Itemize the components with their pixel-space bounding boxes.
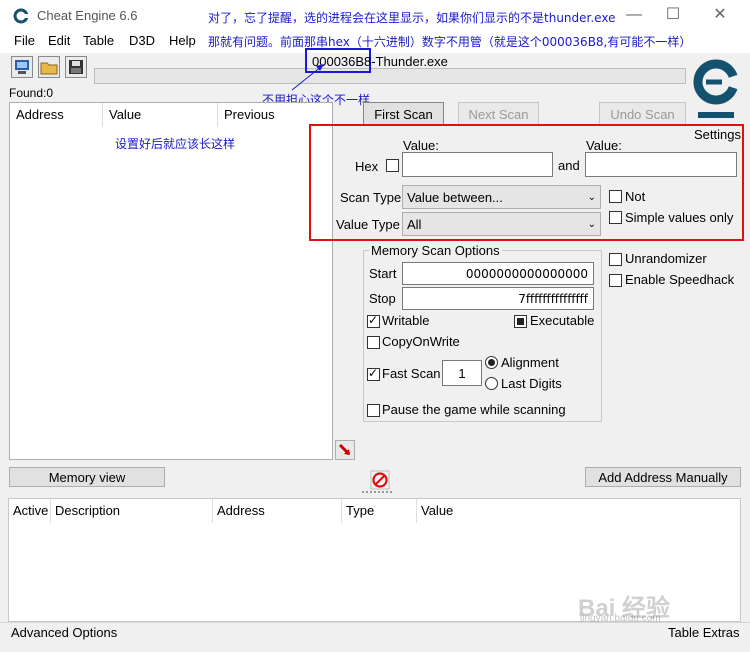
chevron-down-icon: ⌄ — [587, 191, 596, 203]
and-label: and — [558, 158, 580, 173]
fast-scan-alignment-input[interactable]: 1 — [442, 360, 482, 386]
copy-on-write-label: CopyOnWrite — [382, 334, 460, 349]
writable-checkbox[interactable] — [367, 313, 380, 328]
writable-label: Writable — [382, 313, 430, 328]
memory-view-button[interactable]: Memory view — [9, 467, 165, 487]
table-col-type[interactable]: Type — [342, 499, 417, 523]
next-scan-button[interactable]: Next Scan — [458, 102, 539, 126]
value-input-2[interactable] — [585, 152, 737, 177]
stop-address-input[interactable]: 7fffffffffffffff — [402, 287, 594, 310]
results-col-value[interactable]: Value — [103, 103, 218, 127]
value-type-value: All — [407, 216, 422, 232]
pause-game-label: Pause the game while scanning — [382, 402, 566, 417]
scan-results-list[interactable]: Address Value Previous — [9, 102, 333, 460]
last-digits-radio[interactable] — [485, 377, 498, 390]
copy-on-write-checkbox[interactable] — [367, 336, 380, 349]
last-digits-label: Last Digits — [501, 376, 562, 391]
table-col-active[interactable]: Active — [9, 499, 51, 523]
stop-icon[interactable] — [370, 470, 390, 490]
alignment-label: Alignment — [501, 355, 559, 370]
executable-checkbox[interactable] — [514, 315, 527, 328]
results-col-address[interactable]: Address — [10, 103, 103, 127]
fast-scan-label: Fast Scan — [382, 366, 441, 381]
executable-label: Executable — [530, 313, 595, 328]
scan-type-label: Scan Type — [340, 190, 402, 205]
simple-values-checkbox[interactable] — [609, 211, 622, 224]
add-address-manually-button[interactable]: Add Address Manually — [585, 467, 741, 487]
add-selected-to-list-button[interactable] — [335, 440, 355, 460]
first-scan-button[interactable]: First Scan — [363, 102, 444, 126]
table-col-address[interactable]: Address — [213, 499, 342, 523]
value-label-2: Value: — [586, 138, 622, 153]
unrandomizer-label: Unrandomizer — [625, 251, 707, 266]
value-input-1[interactable] — [402, 152, 553, 177]
not-checkbox[interactable] — [609, 190, 622, 203]
chevron-down-icon: ⌄ — [587, 218, 596, 230]
speedhack-checkbox[interactable] — [609, 274, 622, 287]
speedhack-label: Enable Speedhack — [625, 272, 735, 287]
found-count: Found:0 — [9, 86, 54, 100]
value-label-1: Value: — [403, 138, 439, 153]
hex-checkbox[interactable] — [386, 159, 399, 172]
panel-splitter[interactable] — [362, 491, 392, 495]
alignment-radio[interactable] — [485, 356, 498, 369]
simple-values-label: Simple values only — [625, 210, 734, 225]
annotation-settings-note: 设置好后就应该长这样 — [115, 137, 236, 151]
memory-scan-options-title: Memory Scan Options — [369, 243, 502, 258]
hex-label: Hex — [355, 159, 379, 174]
table-col-value[interactable]: Value — [417, 499, 740, 523]
stop-label: Stop — [369, 291, 396, 306]
value-type-label: Value Type — [336, 217, 400, 232]
table-extras-link[interactable]: Table Extras — [668, 625, 740, 640]
red-arrow-icon — [338, 443, 351, 456]
scan-type-value: Value between... — [407, 189, 503, 205]
value-type-select[interactable]: All ⌄ — [402, 212, 601, 236]
unrandomizer-checkbox[interactable] — [609, 253, 622, 266]
scan-type-select[interactable]: Value between... ⌄ — [402, 185, 601, 209]
not-label: Not — [625, 189, 646, 204]
table-col-description[interactable]: Description — [51, 499, 213, 523]
start-label: Start — [369, 266, 397, 281]
start-address-input[interactable]: 0000000000000000 — [402, 262, 594, 285]
pause-game-checkbox[interactable] — [367, 404, 380, 417]
undo-scan-button[interactable]: Undo Scan — [599, 102, 686, 126]
fast-scan-checkbox[interactable] — [367, 366, 380, 381]
advanced-options-link[interactable]: Advanced Options — [11, 625, 117, 640]
